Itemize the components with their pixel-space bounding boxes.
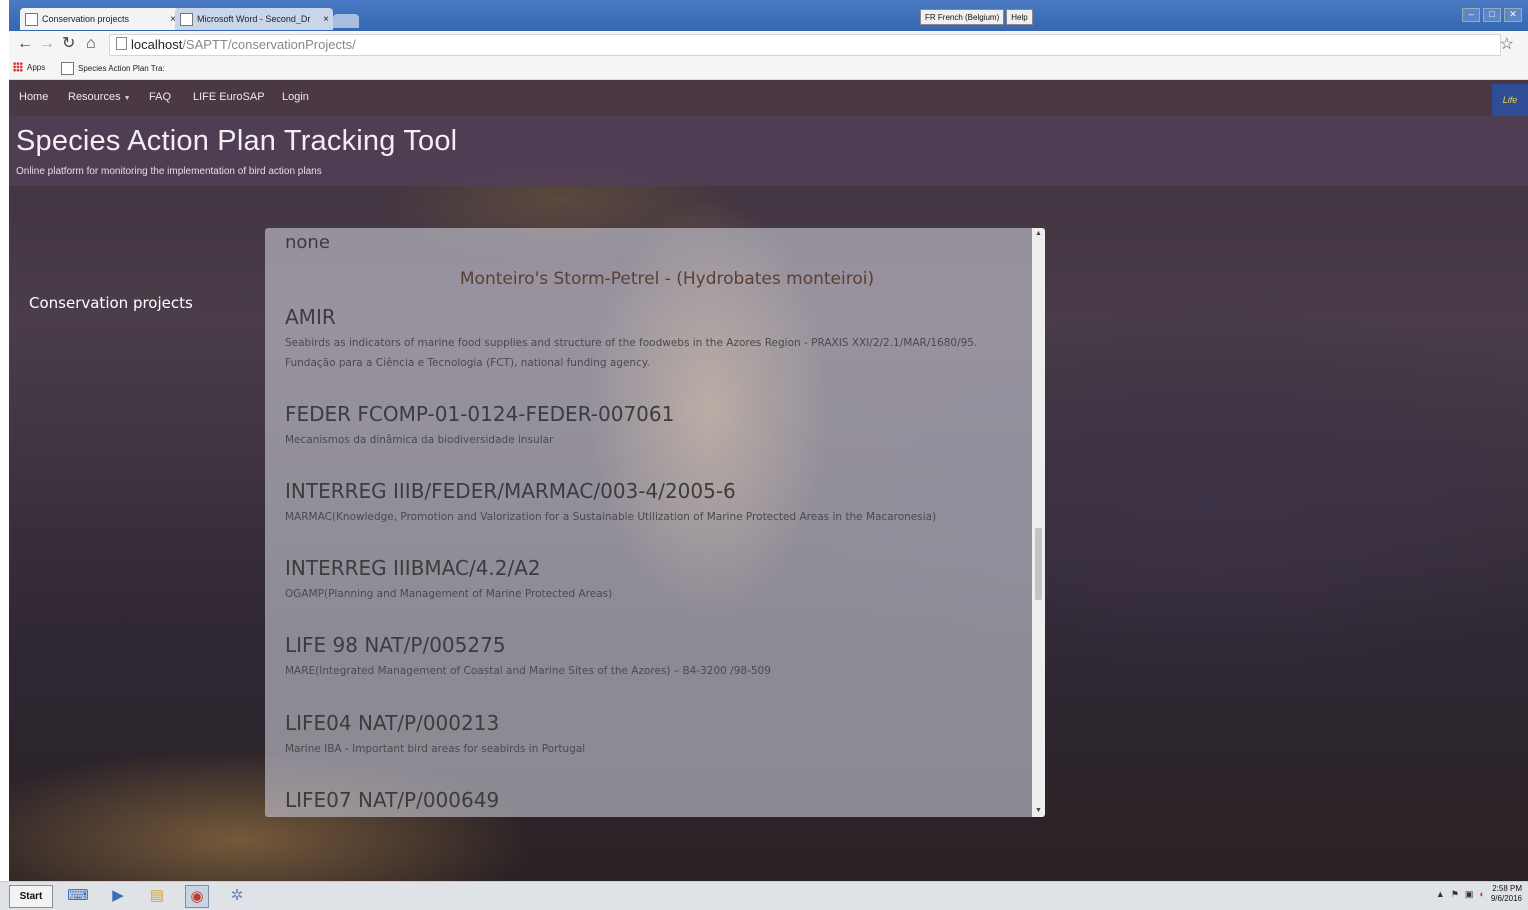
project-item: AMIR Seabirds as indicators of marine fo… (285, 305, 1025, 373)
bookmark-species-action-plan[interactable]: Species Action Plan Tra: (61, 62, 165, 75)
bookmark-apps[interactable]: Apps (13, 62, 45, 72)
page-favicon-icon (25, 12, 38, 26)
project-code: LIFE 98 NAT/P/005275 (285, 633, 506, 657)
project-description: Seabirds as indicators of marine food su… (285, 337, 978, 369)
species-heading: Monteiro's Storm-Petrel - (Hydrobates mo… (459, 269, 875, 289)
nav-resources-label: Resources (68, 91, 121, 103)
nav-resources[interactable]: Resources ▼ (68, 91, 131, 103)
clock-time: 2:58 PM (1492, 884, 1522, 893)
screen-left-edge (0, 0, 9, 881)
tab-title: Microsoft Word - Second_Dr (197, 14, 311, 24)
forward-arrow-icon[interactable]: → (39, 35, 55, 53)
home-icon[interactable]: ⌂ (86, 35, 96, 53)
apps-grid-icon (13, 62, 23, 72)
nav-life-eurosap[interactable]: LIFE EuroSAP (193, 91, 265, 103)
maximize-button[interactable]: □ (1483, 8, 1501, 22)
back-arrow-icon[interactable]: ← (17, 35, 33, 53)
project-code: LIFE04 NAT/P/000213 (285, 711, 500, 735)
tool-icon[interactable]: ✲ (226, 885, 248, 906)
life-logo: Life (1492, 84, 1528, 116)
tab-conservation-projects[interactable]: Conservation projects × (20, 8, 180, 30)
project-code: LIFE07 NAT/P/000649 (285, 788, 500, 812)
project-description: MARMAC(Knowledge, Promotion and Valoriza… (285, 511, 937, 523)
scrollbar-thumb[interactable] (1035, 528, 1042, 600)
close-window-button[interactable]: ✕ (1504, 8, 1522, 22)
folder-icon[interactable]: ▤ (146, 885, 168, 906)
tab-microsoft-word[interactable]: Microsoft Word - Second_Dr × (175, 8, 333, 30)
page-favicon-icon (180, 12, 193, 26)
browser-tab-bar: Conservation projects × Microsoft Word -… (9, 0, 1528, 31)
language-selector[interactable]: FR French (Belgium) (920, 9, 1005, 25)
reload-icon[interactable]: ↻ (62, 35, 75, 53)
scroll-down-arrow-icon[interactable]: ▼ (1032, 805, 1045, 817)
chrome-icon[interactable]: ◉ (185, 885, 209, 908)
project-code: INTERREG IIIB/FEDER/MARMAC/003-4/2005-6 (285, 479, 736, 503)
window-controls: – □ ✕ (1462, 8, 1522, 22)
project-item: INTERREG IIIB/FEDER/MARMAC/003-4/2005-6 … (285, 479, 1025, 527)
windows-taskbar: Start ⌨ ▶ ▤ ◉ ✲ ▲ ⚑ ▣ ◐ 2:58 PM 9/6/2016 (0, 881, 1528, 910)
clock-date: 9/6/2016 (1490, 894, 1522, 903)
scroll-up-arrow-icon[interactable]: ▲ (1032, 228, 1045, 240)
caret-down-icon: ▼ (123, 95, 131, 102)
project-code: INTERREG IIIBMAC/4.2/A2 (285, 556, 541, 580)
page-favicon-icon (61, 62, 74, 75)
panel-scrollbar[interactable]: ▲ ▼ (1032, 228, 1045, 817)
url-path: /SAPTT/conservationProjects/ (182, 37, 356, 52)
start-button[interactable]: Start (9, 885, 53, 908)
minimize-button[interactable]: – (1462, 8, 1480, 22)
project-item: FEDER FCOMP-01-0124-FEDER-007061 Mecanis… (285, 402, 1025, 450)
network-tray-icon[interactable]: ▣ (1465, 889, 1474, 900)
bookmark-label: Species Action Plan Tra: (78, 64, 165, 73)
sidebar-conservation-projects[interactable]: Conservation projects (29, 294, 193, 312)
project-description: OGAMP(Planning and Management of Marine … (285, 588, 613, 600)
flag-icon[interactable]: ⚑ (1451, 889, 1459, 900)
tab-close-icon[interactable]: × (319, 14, 333, 25)
site-subtitle: Online platform for monitoring the imple… (16, 166, 322, 177)
url-host: localhost (131, 37, 183, 52)
show-hidden-icons-icon[interactable]: ▲ (1436, 889, 1445, 899)
page-icon (116, 37, 127, 50)
project-code: AMIR (285, 305, 336, 329)
projects-panel[interactable]: none Monteiro's Storm-Petrel - (Hydrobat… (265, 228, 1045, 817)
project-item: LIFE04 NAT/P/000213 Marine IBA - Importa… (285, 711, 1025, 759)
volume-icon[interactable]: ◐ (1479, 889, 1484, 899)
browser-toolbar: ← → ↻ ⌂ localhost/SAPTT/conservationProj… (9, 31, 1528, 58)
project-code: FEDER FCOMP-01-0124-FEDER-007061 (285, 402, 675, 426)
nav-login[interactable]: Login (282, 91, 309, 103)
bookmark-label: Apps (27, 62, 46, 72)
project-item: LIFE 98 NAT/P/005275 MARE(Integrated Man… (285, 633, 1025, 681)
project-item: LIFE07 NAT/P/000649 (285, 788, 1025, 816)
nav-home[interactable]: Home (19, 91, 48, 103)
clock[interactable]: 2:58 PM 9/6/2016 (1491, 884, 1522, 904)
project-item: INTERREG IIIBMAC/4.2/A2 OGAMP(Planning a… (285, 556, 1025, 604)
project-description: Marine IBA - Important bird areas for se… (285, 743, 586, 755)
site-nav-bar: Home Resources ▼ FAQ LIFE EuroSAP Login … (9, 80, 1528, 116)
new-tab-button[interactable] (333, 14, 359, 28)
bookmark-star-icon[interactable]: ☆ (1500, 34, 1514, 54)
nav-faq[interactable]: FAQ (149, 91, 171, 103)
website: Home Resources ▼ FAQ LIFE EuroSAP Login … (9, 80, 1528, 881)
help-button[interactable]: Help (1006, 9, 1033, 25)
tab-title: Conservation projects (42, 14, 130, 24)
address-bar[interactable]: localhost/SAPTT/conservationProjects/ (109, 34, 1501, 56)
bookmarks-bar: Apps Species Action Plan Tra: (9, 58, 1528, 80)
system-tray: ▲ ⚑ ▣ ◐ 2:58 PM 9/6/2016 (1436, 884, 1522, 904)
site-header: Species Action Plan Tracking Tool Online… (9, 116, 1528, 186)
language-bar: FR French (Belgium) Help (920, 9, 1033, 25)
project-description: Mecanismos da dinâmica da biodiversidade… (285, 434, 554, 446)
site-title: Species Action Plan Tracking Tool (16, 125, 458, 157)
network-icon[interactable]: ⌨ (67, 885, 89, 906)
none-text: none (285, 232, 330, 253)
powershell-icon[interactable]: ▶ (107, 885, 129, 906)
project-description: MARE(Integrated Management of Coastal an… (285, 665, 771, 677)
